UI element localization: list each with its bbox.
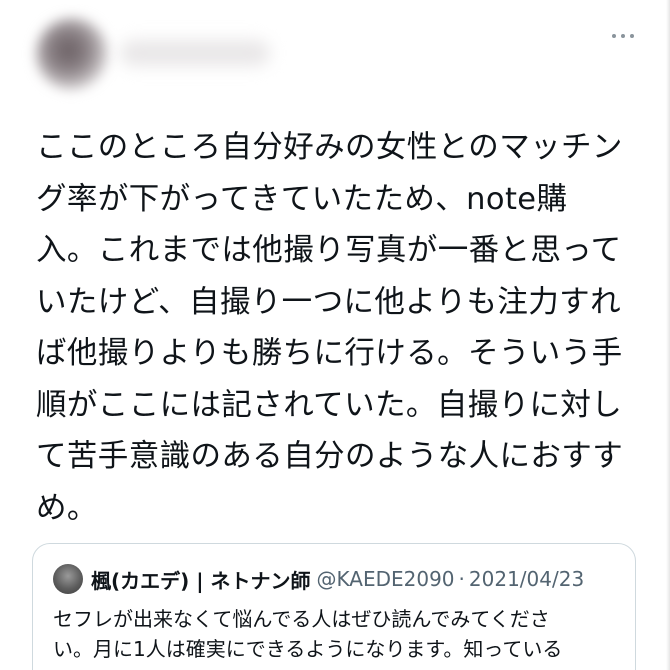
tweet-line: グ率が下がってきていたため、note購 [36, 181, 568, 217]
quoted-author-handle[interactable]: @KAEDE2090 [317, 567, 455, 591]
quoted-tweet-line: セフレが出来なくて悩んでる人はぜひ読んでみてくださ [53, 607, 550, 631]
tweet-screenshot: ここのところ自分好みの女性とのマッチン グ率が下がってきていたため、note購 … [0, 0, 670, 670]
more-horizontal-icon[interactable] [612, 32, 634, 40]
tweet-body: ここのところ自分好みの女性とのマッチン グ率が下がってきていたため、note購 … [36, 122, 642, 534]
quoted-tweet-line: い。月に1人は確実にできるようになります。知っている [53, 637, 563, 661]
scrollbar-edge [666, 0, 670, 670]
quoted-author-name[interactable]: 楓(カエデ) | ネトナン師 [91, 565, 311, 594]
blurred-author-name[interactable] [120, 40, 270, 66]
tweet-line: ば他撮りよりも勝ちに行ける。そういう手 [36, 336, 623, 371]
tweet-line: 入。これまでは他撮り写真が一番と思って [36, 233, 622, 268]
quoted-tweet-card[interactable]: 楓(カエデ) | ネトナン師 @KAEDE2090 · 2021/04/23 セ… [32, 543, 636, 670]
quoted-tweet-header: 楓(カエデ) | ネトナン師 @KAEDE2090 · 2021/04/23 [53, 562, 584, 596]
blurred-avatar[interactable] [36, 18, 108, 90]
more-dot [630, 34, 634, 38]
tweet-line: いたけど、自撮り一つに他よりも注力すれ [36, 284, 621, 320]
redacted-author-header [28, 16, 270, 96]
quoted-author-avatar[interactable] [53, 564, 83, 594]
quoted-tweet-fade [33, 662, 635, 670]
more-dot [621, 34, 625, 38]
meta-separator: · [458, 567, 465, 591]
more-dot [612, 34, 616, 38]
tweet-line: 順がここには記されていた。自撮りに対し [36, 387, 623, 423]
quoted-tweet-date[interactable]: 2021/04/23 [469, 567, 584, 591]
quoted-tweet-body: セフレが出来なくて悩んでる人はぜひ読んでみてくださ い。月に1人は確実にできるよ… [53, 604, 619, 664]
tweet-line: て苦手意識のある自分のような人におすす [36, 439, 624, 474]
tweet-line: ここのところ自分好みの女性とのマッチン [36, 130, 623, 165]
tweet-line: め。 [36, 490, 98, 526]
